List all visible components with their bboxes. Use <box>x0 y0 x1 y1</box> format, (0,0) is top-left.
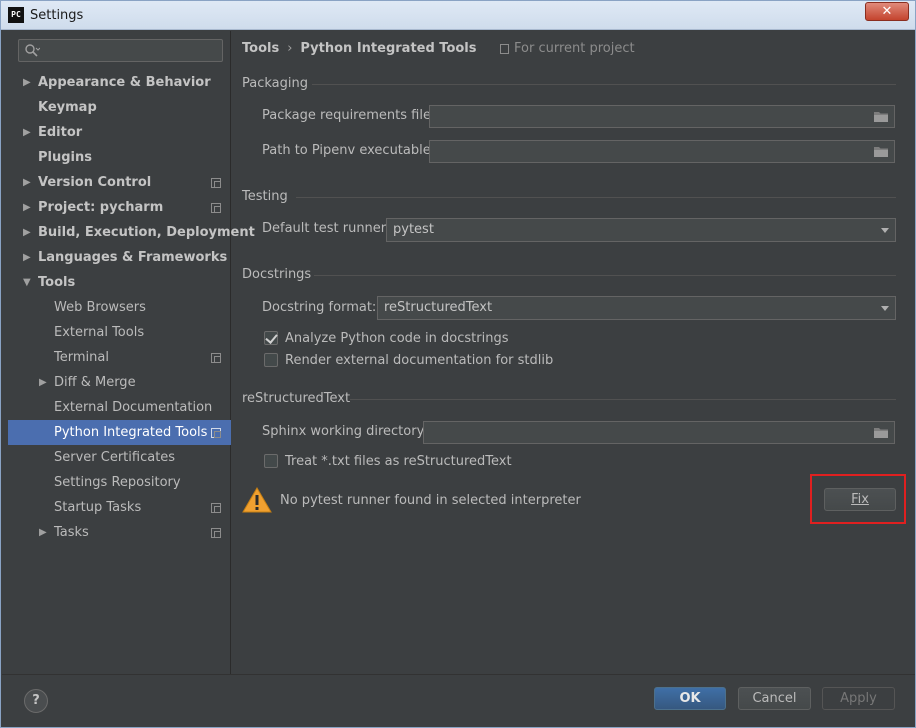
project-scope-icon <box>211 528 221 538</box>
sidebar-item-python-integrated-tools[interactable]: Python Integrated Tools <box>8 420 231 445</box>
treat-txt-as-rst-option[interactable]: Treat *.txt files as reStructuredText <box>264 451 512 471</box>
section-divider <box>314 275 896 276</box>
folder-icon[interactable] <box>873 145 889 158</box>
analyze-docstrings-label: Analyze Python code in docstrings <box>285 330 509 346</box>
sidebar-item-external-documentation[interactable]: External Documentation <box>8 395 231 420</box>
chevron-right-icon: ▶ <box>39 527 47 538</box>
sidebar-item-settings-repository[interactable]: Settings Repository <box>8 470 231 495</box>
default-test-runner-select[interactable]: pytest <box>386 218 896 242</box>
sidebar-item-appearance-behavior[interactable]: ▶ Appearance & Behavior <box>8 70 231 95</box>
sidebar-item-plugins[interactable]: Plugins <box>8 145 231 170</box>
chevron-down-icon <box>881 228 889 233</box>
project-scope-icon <box>211 203 221 213</box>
chevron-right-icon: ▶ <box>39 377 47 388</box>
scope-note-text: For current project <box>514 41 635 56</box>
sidebar-item-external-tools[interactable]: External Tools <box>8 320 231 345</box>
chevron-right-icon: ▶ <box>23 202 31 213</box>
sidebar-item-server-certificates[interactable]: Server Certificates <box>8 445 231 470</box>
pycharm-app-icon: PC <box>8 7 24 23</box>
breadcrumb-separator: › <box>287 41 293 56</box>
window-title: Settings <box>30 7 84 23</box>
section-divider <box>312 84 896 85</box>
ok-button[interactable]: OK <box>654 687 726 710</box>
sidebar-item-tools[interactable]: ▼ Tools <box>8 270 231 295</box>
treat-txt-as-rst-checkbox[interactable] <box>264 454 278 468</box>
render-stdlib-docs-label: Render external documentation for stdlib <box>285 352 554 368</box>
sphinx-directory-input[interactable] <box>423 421 895 444</box>
sidebar-item-startup-tasks[interactable]: Startup Tasks <box>8 495 231 520</box>
warning-message: No pytest runner found in selected inter… <box>280 492 581 508</box>
dialog-footer: ? OK Cancel Apply <box>2 674 915 727</box>
sidebar-item-languages-frameworks[interactable]: ▶ Languages & Frameworks <box>8 245 231 270</box>
sidebar-item-build-execution-deployment[interactable]: ▶ Build, Execution, Deployment <box>8 220 255 245</box>
packaging-section-title: Packaging <box>242 76 308 91</box>
sidebar-item-tasks[interactable]: ▶ Tasks <box>8 520 231 545</box>
folder-icon[interactable] <box>873 426 889 439</box>
docstrings-section-title: Docstrings <box>242 267 312 282</box>
project-scope-icon <box>500 43 509 54</box>
chevron-down-icon <box>881 306 889 311</box>
project-scope-icon <box>211 428 221 438</box>
apply-button[interactable]: Apply <box>822 687 895 710</box>
sidebar-item-terminal[interactable]: Terminal <box>8 345 231 370</box>
section-divider <box>350 399 896 400</box>
chevron-right-icon: ▶ <box>23 227 31 238</box>
search-input[interactable] <box>18 39 223 62</box>
chevron-right-icon: ▶ <box>23 77 31 88</box>
sidebar-item-web-browsers[interactable]: Web Browsers <box>8 295 231 320</box>
scope-note: For current project <box>500 41 635 56</box>
settings-content: Tools › Python Integrated Tools For curren… <box>232 31 915 674</box>
chevron-right-icon: ▶ <box>23 177 31 188</box>
analyze-docstrings-checkbox[interactable] <box>264 331 278 345</box>
render-stdlib-docs-checkbox[interactable] <box>264 353 278 367</box>
sidebar-item-project[interactable]: ▶ Project: pycharm <box>8 195 231 220</box>
pipenv-path-input[interactable] <box>429 140 895 163</box>
breadcrumb-parent: Tools <box>242 41 280 56</box>
chevron-down-icon: ▼ <box>23 277 31 288</box>
docstring-format-select[interactable]: reStructuredText <box>377 296 896 320</box>
rst-section-title: reStructuredText <box>242 391 351 406</box>
package-requirements-label: Package requirements file: <box>262 108 436 123</box>
search-icon <box>25 44 40 57</box>
chevron-right-icon: ▶ <box>23 127 31 138</box>
docstring-format-label: Docstring format: <box>262 300 377 315</box>
treat-txt-as-rst-label: Treat *.txt files as reStructuredText <box>285 453 512 469</box>
close-button[interactable]: ✕ <box>865 2 909 21</box>
default-test-runner-label: Default test runner: <box>262 221 391 236</box>
fix-button-label: Fix <box>851 492 869 507</box>
sidebar-item-version-control[interactable]: ▶ Version Control <box>8 170 231 195</box>
cancel-button[interactable]: Cancel <box>738 687 811 710</box>
testing-section-title: Testing <box>242 189 288 204</box>
project-scope-icon <box>211 353 221 363</box>
breadcrumb: Tools › Python Integrated Tools <box>242 39 477 59</box>
fix-button[interactable]: Fix <box>824 488 896 511</box>
warning-icon <box>242 487 272 513</box>
project-scope-icon <box>211 503 221 513</box>
title-bar[interactable]: PC Settings ✕ <box>1 1 915 30</box>
default-test-runner-value: pytest <box>393 222 434 237</box>
settings-window: PC Settings ✕ ▶ Appearance & Behavior Ke… <box>0 0 916 728</box>
chevron-right-icon: ▶ <box>23 252 31 263</box>
analyze-docstrings-option[interactable]: Analyze Python code in docstrings <box>264 328 508 348</box>
folder-icon[interactable] <box>873 110 889 123</box>
warning-banner: No pytest runner found in selected inter… <box>242 485 581 515</box>
docstring-format-value: reStructuredText <box>384 300 493 315</box>
package-requirements-input[interactable] <box>429 105 895 128</box>
section-divider <box>296 197 896 198</box>
sidebar-item-diff-merge[interactable]: ▶ Diff & Merge <box>8 370 231 395</box>
sidebar-item-editor[interactable]: ▶ Editor <box>8 120 231 145</box>
sidebar-item-keymap[interactable]: Keymap <box>8 95 231 120</box>
settings-sidebar: ▶ Appearance & Behavior Keymap ▶ Editor … <box>8 31 255 674</box>
help-button[interactable]: ? <box>24 689 48 713</box>
project-scope-icon <box>211 178 221 188</box>
breadcrumb-current: Python Integrated Tools <box>300 41 477 56</box>
sphinx-directory-label: Sphinx working directory: <box>262 424 428 439</box>
render-stdlib-docs-option[interactable]: Render external documentation for stdlib <box>264 350 553 370</box>
pipenv-path-label: Path to Pipenv executable: <box>262 143 436 158</box>
